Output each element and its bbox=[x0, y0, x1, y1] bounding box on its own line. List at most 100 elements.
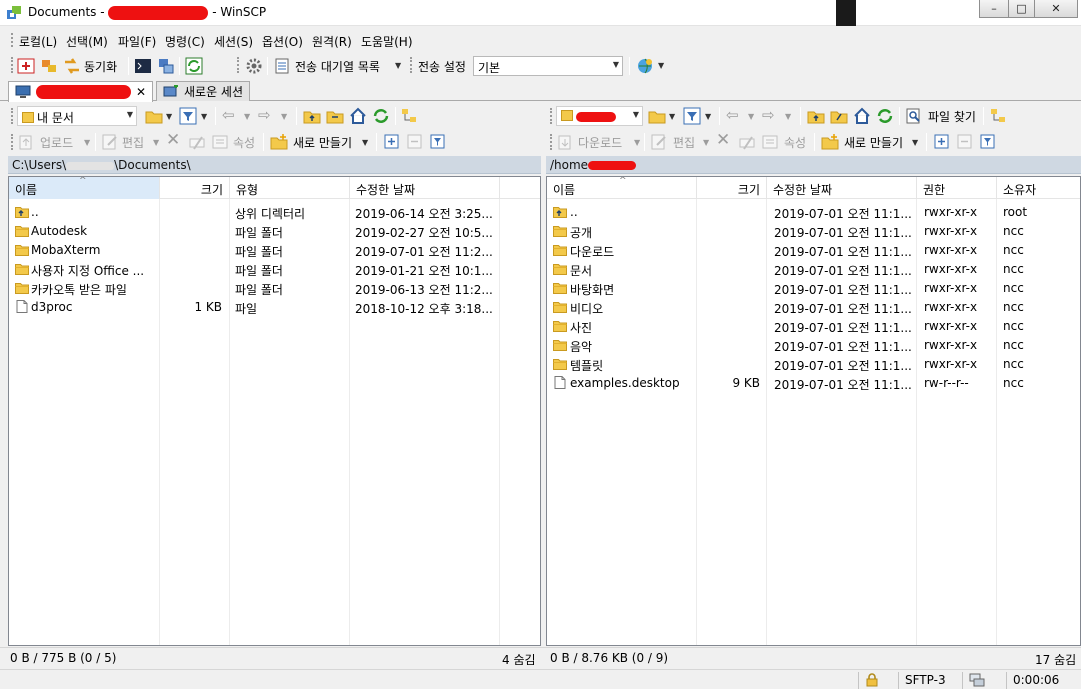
toolbar-grip[interactable] bbox=[11, 108, 14, 124]
edit-label[interactable]: 편집 bbox=[673, 134, 695, 151]
menu-session[interactable]: 세션(S) bbox=[214, 33, 253, 50]
find-files-label[interactable]: 파일 찾기 bbox=[928, 108, 976, 125]
menu-command[interactable]: 명령(C) bbox=[165, 33, 205, 50]
remote-file-row[interactable]: 다운로드 2019-07-01 오전 11:1... rwxr-xr-x ncc bbox=[547, 241, 1080, 260]
menu-local[interactable]: 로컬(L) bbox=[19, 33, 57, 50]
select-all-plus-icon[interactable] bbox=[933, 133, 951, 151]
remote-col-size[interactable]: 크기 bbox=[697, 177, 767, 199]
menu-options[interactable]: 옵션(O) bbox=[262, 33, 303, 50]
deselect-minus-icon[interactable] bbox=[406, 133, 424, 151]
upload-icon[interactable] bbox=[17, 133, 35, 151]
find-files-icon[interactable] bbox=[905, 107, 923, 125]
global-options-icon[interactable] bbox=[636, 57, 654, 75]
tree-view-icon[interactable] bbox=[401, 107, 419, 125]
select-all-plus-icon[interactable] bbox=[383, 133, 401, 151]
parent-directory-icon[interactable] bbox=[807, 107, 825, 125]
new-dropdown-icon[interactable]: ▼ bbox=[912, 138, 918, 147]
filter-dropdown-icon[interactable]: ▼ bbox=[705, 112, 711, 121]
filter-icon[interactable] bbox=[683, 107, 701, 125]
toolbar-grip[interactable] bbox=[11, 57, 14, 73]
maximize-button[interactable]: □ bbox=[1008, 0, 1035, 18]
remote-file-row[interactable]: 바탕화면 2019-07-01 오전 11:1... rwxr-xr-x ncc bbox=[547, 279, 1080, 298]
synchronize-label[interactable]: 동기화 bbox=[84, 58, 117, 75]
local-file-row[interactable]: 카카오톡 받은 파일 파일 폴더 2019-06-13 오전 11:2... bbox=[9, 279, 540, 298]
toolbar-grip[interactable] bbox=[410, 57, 413, 73]
close-tab-icon[interactable]: ✕ bbox=[136, 85, 146, 99]
remote-file-row[interactable]: 사진 2019-07-01 오전 11:1... rwxr-xr-x ncc bbox=[547, 317, 1080, 336]
remote-file-row[interactable]: 음악 2019-07-01 오전 11:1... rwxr-xr-x ncc bbox=[547, 336, 1080, 355]
remote-col-owner[interactable]: 소유자 bbox=[997, 177, 1080, 199]
parent-directory-icon[interactable] bbox=[303, 107, 321, 125]
remote-col-modified[interactable]: 수정한 날짜 bbox=[767, 177, 917, 199]
remote-file-row[interactable]: examples.desktop 9 KB 2019-07-01 오전 11:1..… bbox=[547, 374, 1080, 393]
remote-path-bar[interactable]: /home bbox=[546, 156, 1081, 174]
toolbar-grip[interactable] bbox=[550, 108, 553, 124]
filter-icon[interactable] bbox=[179, 107, 197, 125]
back-dropdown-icon[interactable]: ▼ bbox=[748, 112, 754, 121]
open-folder-dropdown-icon[interactable]: ▼ bbox=[669, 112, 675, 121]
forward-icon[interactable]: ⇨ bbox=[762, 106, 775, 124]
global-options-dropdown-icon[interactable]: ▼ bbox=[658, 61, 664, 70]
properties-icon[interactable] bbox=[211, 133, 229, 151]
forward-dropdown-icon[interactable]: ▼ bbox=[281, 112, 287, 121]
home-icon[interactable] bbox=[349, 107, 367, 125]
rename-icon[interactable] bbox=[188, 133, 206, 151]
properties-label[interactable]: 속성 bbox=[233, 134, 255, 151]
menu-remote[interactable]: 원격(R) bbox=[312, 33, 352, 50]
remote-col-name[interactable]: 이름 ^ bbox=[547, 177, 697, 199]
download-dropdown-icon[interactable]: ▼ bbox=[634, 138, 640, 147]
upload-dropdown-icon[interactable]: ▼ bbox=[84, 138, 90, 147]
synchronize-browsing-icon[interactable] bbox=[40, 57, 58, 75]
home-icon[interactable] bbox=[853, 107, 871, 125]
tree-view-icon[interactable] bbox=[990, 107, 1008, 125]
encryption-status[interactable] bbox=[858, 672, 892, 689]
back-dropdown-icon[interactable]: ▼ bbox=[244, 112, 250, 121]
queue-dropdown-icon[interactable]: ▼ bbox=[395, 61, 401, 70]
menu-help[interactable]: 도움말(H) bbox=[361, 33, 413, 50]
queue-list-label[interactable]: 전송 대기열 목록 bbox=[295, 58, 380, 75]
remote-col-permissions[interactable]: 권한 bbox=[917, 177, 997, 199]
back-icon[interactable]: ⇦ bbox=[222, 106, 235, 124]
filter-select-icon[interactable] bbox=[429, 133, 447, 151]
remote-file-row[interactable]: 템플릿 2019-07-01 오전 11:1... rwxr-xr-x ncc bbox=[547, 355, 1080, 374]
compression-status[interactable] bbox=[962, 672, 1002, 689]
console-icon[interactable] bbox=[134, 57, 152, 75]
local-path-bar[interactable]: C:\Users\ \Documents\ bbox=[8, 156, 541, 174]
close-window-button[interactable]: ✕ bbox=[1034, 0, 1078, 18]
open-directory-icon[interactable] bbox=[185, 57, 203, 75]
open-folder-icon[interactable] bbox=[648, 107, 666, 125]
deselect-minus-icon[interactable] bbox=[956, 133, 974, 151]
delete-icon[interactable]: ✕ bbox=[716, 130, 730, 150]
local-col-name[interactable]: 이름 ^ bbox=[9, 177, 160, 199]
minimize-button[interactable]: – bbox=[979, 0, 1009, 18]
preferences-gear-icon[interactable] bbox=[245, 57, 263, 75]
local-col-size[interactable]: 크기 bbox=[160, 177, 230, 199]
local-file-row[interactable]: d3proc 1 KB 파일 2018-10-12 오후 3:18... bbox=[9, 298, 540, 317]
back-icon[interactable]: ⇦ bbox=[726, 106, 739, 124]
remote-location-select[interactable]: ▼ bbox=[556, 106, 643, 126]
new-label[interactable]: 새로 만들기 bbox=[293, 134, 352, 151]
putty-icon[interactable] bbox=[157, 57, 175, 75]
forward-icon[interactable]: ⇨ bbox=[258, 106, 271, 124]
toolbar-grip[interactable] bbox=[237, 57, 240, 73]
remote-file-row[interactable]: 비디오 2019-07-01 오전 11:1... rwxr-xr-x ncc bbox=[547, 298, 1080, 317]
tab-current-session[interactable]: ✕ bbox=[8, 81, 154, 102]
edit-icon[interactable] bbox=[101, 133, 119, 151]
menu-grip[interactable] bbox=[11, 33, 14, 47]
rename-icon[interactable] bbox=[738, 133, 756, 151]
compare-directories-icon[interactable] bbox=[17, 57, 35, 75]
remote-file-row[interactable]: .. 2019-07-01 오전 11:1... rwxr-xr-x root bbox=[547, 203, 1080, 222]
protocol-status[interactable]: SFTP-3 bbox=[898, 672, 958, 689]
edit-dropdown-icon[interactable]: ▼ bbox=[153, 138, 159, 147]
transfer-settings-select[interactable]: 기본 ▼ bbox=[473, 56, 623, 76]
queue-list-icon[interactable] bbox=[273, 57, 291, 75]
edit-label[interactable]: 편집 bbox=[122, 134, 144, 151]
tab-new-session[interactable]: 새로운 세션 bbox=[156, 81, 251, 101]
refresh-icon[interactable] bbox=[876, 107, 894, 125]
root-directory-icon[interactable] bbox=[830, 107, 848, 125]
menu-file[interactable]: 파일(F) bbox=[118, 33, 156, 50]
local-file-row[interactable]: Autodesk 파일 폴더 2019-02-27 오전 10:5... bbox=[9, 222, 540, 241]
toolbar-grip[interactable] bbox=[11, 134, 14, 150]
remote-file-row[interactable]: 문서 2019-07-01 오전 11:1... rwxr-xr-x ncc bbox=[547, 260, 1080, 279]
local-file-list[interactable]: 이름 ^ 크기 유형 수정한 날짜 .. 상위 디렉터리 2019-06-14 오전 … bbox=[8, 176, 541, 646]
